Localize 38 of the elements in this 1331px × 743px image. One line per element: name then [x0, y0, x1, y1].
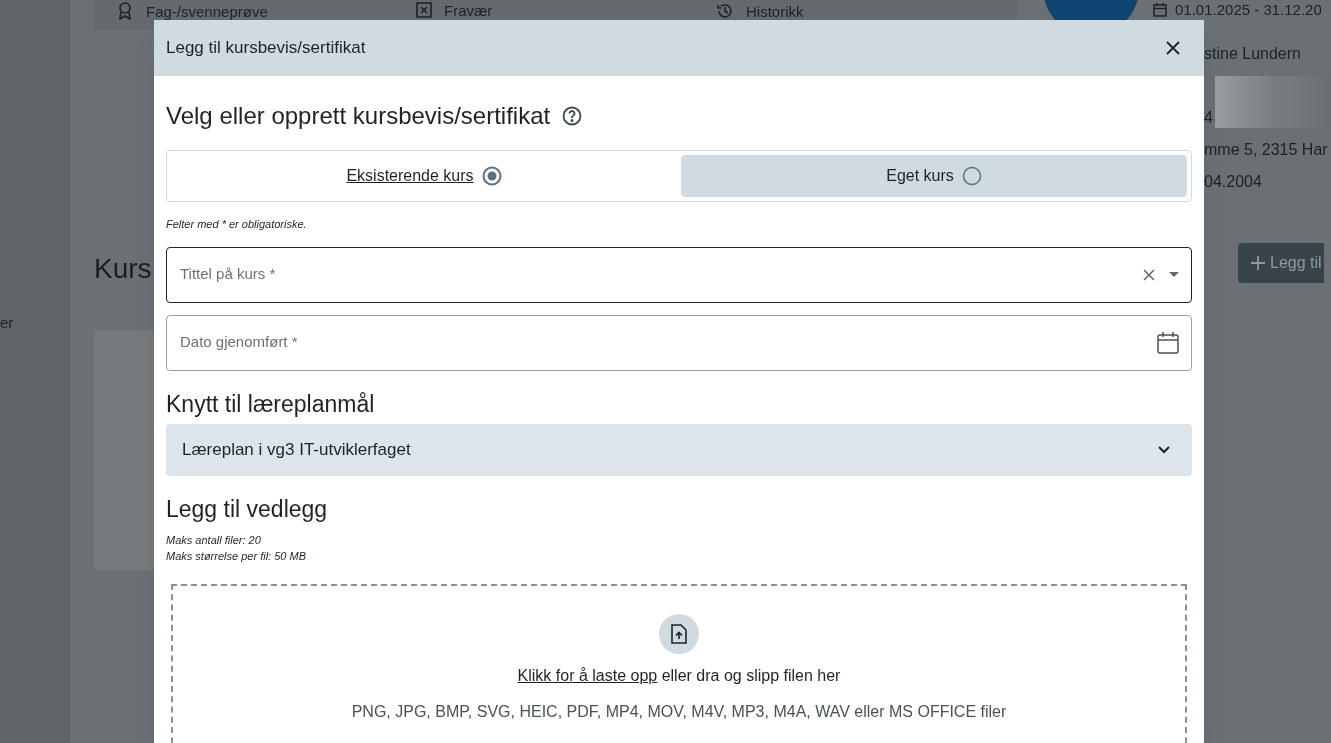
- info-text: mme 5, 2315 Har: [1204, 140, 1329, 160]
- text-field[interactable]: Tittel på kurs *: [166, 246, 1192, 303]
- limit-text: Maks størrelse per fil: 50 MB: [166, 548, 307, 564]
- option-tab[interactable]: Eget kurs: [681, 155, 1187, 197]
- text-field[interactable]: Dato gjenomført *: [166, 314, 1192, 371]
- section-heading: Velg eller opprett kursbevis/sertifikat: [166, 101, 551, 131]
- close-box-icon: [416, 2, 432, 18]
- input-field[interactable]: Dato gjenomført *: [180, 331, 1143, 354]
- info-text: 4: [1204, 108, 1214, 128]
- section-heading: Legg til vedlegg: [166, 494, 329, 524]
- chevron-icon: [1158, 445, 1170, 454]
- upload-icon: [659, 613, 699, 654]
- info-text: stine Lundern: [1204, 44, 1302, 64]
- radio-checked-icon[interactable]: [481, 166, 502, 186]
- ribbon-icon: [116, 2, 134, 20]
- upload-instruction: Klikk for å laste opp eller dra og slipp filen her: [517, 665, 841, 686]
- file-formats-text: PNG, JPG, BMP, SVG, HEIC, PDF, MP4, MOV, M4V, MP3, M4A, WAV eller MS OFFICE filer: [351, 701, 1007, 722]
- period-text: 01.01.2025 - 31.12.20: [1175, 1, 1322, 19]
- input-field[interactable]: Tittel på kurs *: [180, 263, 1129, 286]
- section-heading: Knytt til læreplanmål: [166, 389, 376, 419]
- info-text: 04.2004: [1204, 172, 1263, 192]
- calendar-icon[interactable]: [1157, 331, 1179, 354]
- required-note: Felter med * er obligatoriske.: [166, 217, 308, 232]
- modal-title: Legg til kursbevis/sertifikat: [166, 37, 366, 60]
- curriculum-accordion[interactable]: Læreplan i vg3 IT-utviklerfaget: [166, 423, 1192, 476]
- dropdown-caret-icon[interactable]: [1169, 271, 1179, 278]
- clear-icon[interactable]: [1143, 268, 1155, 281]
- upload-link[interactable]: Klikk for å laste opp: [517, 666, 658, 684]
- section-title: Kurs: [94, 252, 152, 286]
- close-icon[interactable]: [1166, 41, 1180, 55]
- help-icon[interactable]: [562, 106, 583, 126]
- history-icon: [716, 2, 734, 20]
- plus-icon: [1250, 255, 1266, 271]
- add-button[interactable]: Legg til: [1238, 243, 1324, 283]
- radio-icon[interactable]: [961, 166, 982, 186]
- upload-dropzone[interactable]: Klikk for å laste opp eller dra og slipp filen her PNG, JPG, BMP, SVG, HEIC, PDF, MP4, MOV, M4V, MP3, M4A, WAV eller MS OFFICE filer: [171, 583, 1187, 743]
- calendar-icon: [1153, 3, 1167, 17]
- limit-text: Maks antall filer: 20: [166, 532, 262, 548]
